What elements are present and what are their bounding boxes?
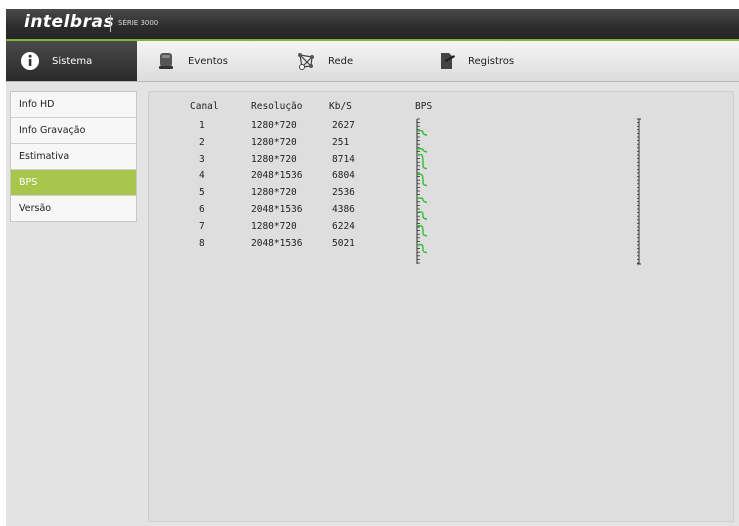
- sidebar-item-info-gravacao[interactable]: Info Gravação: [11, 118, 136, 144]
- tab-sistema-label: Sistema: [52, 55, 93, 67]
- logo-divider: [110, 15, 111, 32]
- tab-eventos[interactable]: Eventos: [156, 41, 228, 81]
- network-icon: [298, 53, 314, 70]
- tab-eventos-label: Eventos: [188, 55, 228, 67]
- sidebar-item-info-hd[interactable]: Info HD: [11, 92, 136, 118]
- sidebar: Info HD Info Gravação Estimativa BPS Ver…: [10, 91, 137, 222]
- tab-rede-label: Rede: [328, 55, 354, 67]
- title-bar: intelbras SÉRIE 3000: [6, 9, 739, 39]
- dvr-window: intelbras SÉRIE 3000 Sistema Eventos Red…: [6, 9, 739, 526]
- bps-trace-line: [417, 130, 428, 136]
- tab-registros[interactable]: Registros: [436, 41, 514, 81]
- sidebar-item-versao[interactable]: Versão: [11, 196, 136, 221]
- main-nav: Sistema Eventos Rede Registros: [6, 41, 739, 82]
- bps-graph-right-axis: [637, 118, 641, 265]
- bps-graph-left-axis: [416, 118, 420, 264]
- sidebar-item-estimativa[interactable]: Estimativa: [11, 144, 136, 170]
- bps-trace-line: [417, 153, 428, 170]
- log-icon: [441, 53, 455, 69]
- brand-logo: intelbras: [24, 12, 115, 32]
- tab-registros-label: Registros: [468, 55, 515, 67]
- bps-panel: Canal Resolução Kb/S BPS 1 1280*720 2627 2 1…: [148, 91, 734, 522]
- bps-trace-line: [417, 211, 428, 220]
- sidebar-item-bps[interactable]: BPS: [11, 170, 136, 196]
- tab-rede[interactable]: Rede: [296, 41, 353, 81]
- bps-graph: [416, 118, 641, 265]
- info-icon: [21, 52, 39, 70]
- tab-sistema[interactable]: Sistema: [6, 41, 137, 81]
- camera-icon: [159, 53, 173, 69]
- series-label: SÉRIE 3000: [118, 19, 159, 27]
